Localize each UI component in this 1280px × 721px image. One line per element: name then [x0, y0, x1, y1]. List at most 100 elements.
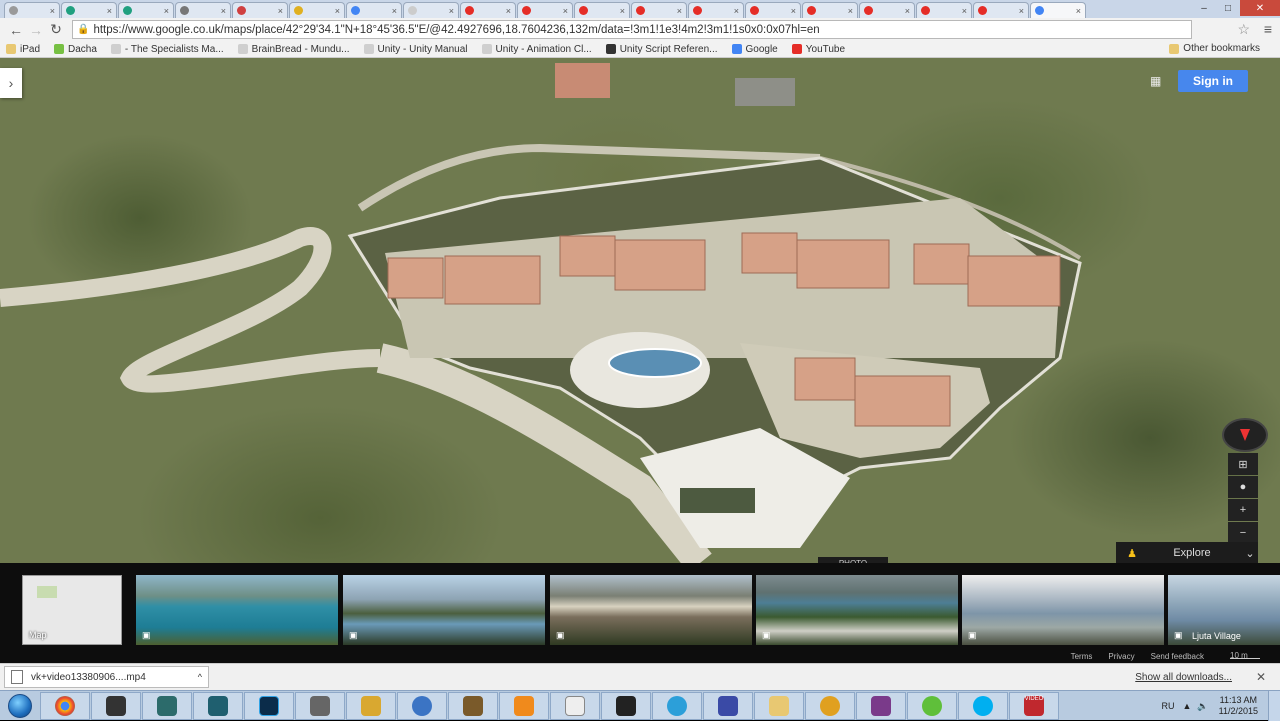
explore-bar[interactable]: ♟ Explore ⌄ — [1116, 542, 1258, 563]
taskbar-app[interactable] — [652, 691, 702, 720]
maximize-icon[interactable]: □ — [1216, 0, 1240, 16]
bookmark-item[interactable]: - The Specialists Ma... — [110, 44, 224, 55]
taskbar-app[interactable] — [754, 691, 804, 720]
pegman-icon[interactable]: ● — [1228, 476, 1258, 498]
browser-tab[interactable]: × — [574, 2, 630, 18]
taskbar-app[interactable] — [907, 691, 957, 720]
side-panel-toggle[interactable]: › — [0, 68, 22, 98]
map-footer-links: Terms Privacy Send feedback — [1071, 652, 1220, 661]
bookmark-item[interactable]: YouTube — [791, 44, 845, 55]
volume-icon[interactable]: 🔈 — [1197, 701, 1208, 712]
other-bookmarks[interactable]: Other bookmarks — [1169, 43, 1260, 54]
pegman-icon[interactable]: ♟ — [1122, 547, 1142, 560]
browser-tab[interactable]: × — [118, 2, 174, 18]
taskbar-app[interactable] — [346, 691, 396, 720]
taskbar-app[interactable] — [703, 691, 753, 720]
bookmark-item[interactable]: Unity - Unity Manual — [363, 43, 468, 55]
bookmark-label: iPad — [20, 43, 41, 55]
taskbar-app[interactable] — [91, 691, 141, 720]
sign-in-button[interactable]: Sign in — [1178, 70, 1248, 92]
folder-icon — [1169, 43, 1180, 54]
browser-tab[interactable]: × — [232, 2, 288, 18]
clock-time: 11:13 AM — [1219, 695, 1257, 705]
browser-tab[interactable]: × — [346, 2, 402, 18]
taskbar-app[interactable] — [499, 691, 549, 720]
menu-icon[interactable]: ≡ — [1264, 21, 1272, 37]
photo-thumbnail[interactable]: ▣ — [343, 575, 545, 645]
browser-tab[interactable]: × — [517, 2, 573, 18]
browser-tab[interactable]: × — [4, 2, 60, 18]
chevron-up-icon[interactable]: ^ — [198, 672, 202, 682]
taskbar-app[interactable] — [193, 691, 243, 720]
browser-tab[interactable]: × — [973, 2, 1029, 18]
photo-thumbnail[interactable]: ▣ — [136, 575, 338, 645]
bookmark-star-icon[interactable]: ☆ — [1237, 21, 1250, 38]
taskbar-app[interactable] — [856, 691, 906, 720]
bookmark-item[interactable]: Google — [731, 44, 778, 55]
bookmark-label: Unity - Animation Cl... — [495, 43, 592, 55]
download-item[interactable]: vk+video13380906....mp4 ^ — [4, 666, 209, 688]
photo-thumbnail[interactable]: ▣ — [550, 575, 752, 645]
terms-link[interactable]: Terms — [1071, 652, 1093, 661]
close-icon[interactable]: ✕ — [1256, 670, 1266, 684]
taskbar-app[interactable] — [142, 691, 192, 720]
photo-thumbnail[interactable]: ▣ — [962, 575, 1164, 645]
camera-icon: ▣ — [556, 630, 565, 640]
bookmark-item[interactable]: Unity Script Referen... — [605, 44, 718, 55]
browser-tab[interactable]: × — [859, 2, 915, 18]
bookmark-label: Unity - Unity Manual — [377, 43, 468, 55]
address-bar[interactable]: 🔒 https://www.google.co.uk/maps/place/42… — [72, 20, 1192, 39]
show-desktop-button[interactable] — [1268, 691, 1280, 721]
compass-icon[interactable] — [1222, 418, 1268, 452]
taskbar-app[interactable] — [448, 691, 498, 720]
browser-tab[interactable]: × — [460, 2, 516, 18]
taskbar-app[interactable] — [805, 691, 855, 720]
browser-tab[interactable]: × — [916, 2, 972, 18]
photo-thumbnail[interactable]: ▣ Ljuta Village — [1168, 575, 1280, 645]
photo-thumbnail[interactable]: ▣ — [756, 575, 958, 645]
language-indicator[interactable]: RU — [1161, 701, 1174, 711]
browser-tab[interactable]: × — [403, 2, 459, 18]
zoom-out-button[interactable]: − — [1228, 522, 1258, 544]
browser-tab[interactable]: × — [631, 2, 687, 18]
app-icon — [718, 695, 738, 716]
bookmark-item[interactable]: Dacha — [54, 44, 97, 55]
clock[interactable]: 11:13 AM 11/2/2015 — [1219, 695, 1258, 717]
minimize-icon[interactable]: – — [1192, 0, 1216, 16]
zoom-in-button[interactable]: + — [1228, 499, 1258, 521]
taskbar-app[interactable]: VIDEO — [1009, 691, 1059, 720]
taskbar-app[interactable] — [295, 691, 345, 720]
reload-icon[interactable]: ↻ — [46, 20, 66, 40]
file-icon — [11, 670, 23, 684]
browser-tab[interactable]: × — [745, 2, 801, 18]
taskbar-app[interactable] — [550, 691, 600, 720]
taskbar-app[interactable] — [244, 691, 294, 720]
browser-tab[interactable]: × — [688, 2, 744, 18]
taskbar-app[interactable] — [40, 691, 90, 720]
minimap-toggle[interactable]: Map — [22, 575, 122, 645]
start-button[interactable] — [0, 692, 40, 720]
taskbar-app[interactable] — [601, 691, 651, 720]
bookmark-item[interactable]: iPad — [6, 44, 40, 55]
forward-arrow-icon[interactable]: → — [26, 20, 46, 40]
send-feedback-link[interactable]: Send feedback — [1151, 652, 1204, 661]
browser-tab-active[interactable]: × — [1030, 2, 1086, 18]
close-icon[interactable]: ✕ — [1240, 0, 1280, 16]
show-all-downloads-link[interactable]: Show all downloads... — [1135, 672, 1232, 683]
tilt-icon[interactable]: ⊞ — [1228, 453, 1258, 475]
bookmark-item[interactable]: BrainBread - Mundu... — [237, 44, 350, 55]
browser-tab[interactable]: × — [802, 2, 858, 18]
browser-tab[interactable]: × — [61, 2, 117, 18]
privacy-link[interactable]: Privacy — [1108, 652, 1134, 661]
back-arrow-icon[interactable]: ← — [6, 20, 26, 40]
satellite-map[interactable]: › ▦ Sign in ⊞ ● + − ♟ Explore ⌄ — [0, 58, 1280, 563]
chevron-down-icon[interactable]: ⌄ — [1242, 547, 1258, 560]
browser-tab[interactable]: × — [289, 2, 345, 18]
apps-grid-icon[interactable]: ▦ — [1150, 74, 1164, 88]
taskbar-app[interactable] — [958, 691, 1008, 720]
taskbar-app[interactable] — [397, 691, 447, 720]
browser-tab[interactable]: × — [175, 2, 231, 18]
bookmark-item[interactable]: Unity - Animation Cl... — [481, 43, 592, 55]
lock-icon: 🔒 — [77, 24, 90, 35]
tray-chevron-icon[interactable]: ▲ — [1182, 701, 1191, 711]
